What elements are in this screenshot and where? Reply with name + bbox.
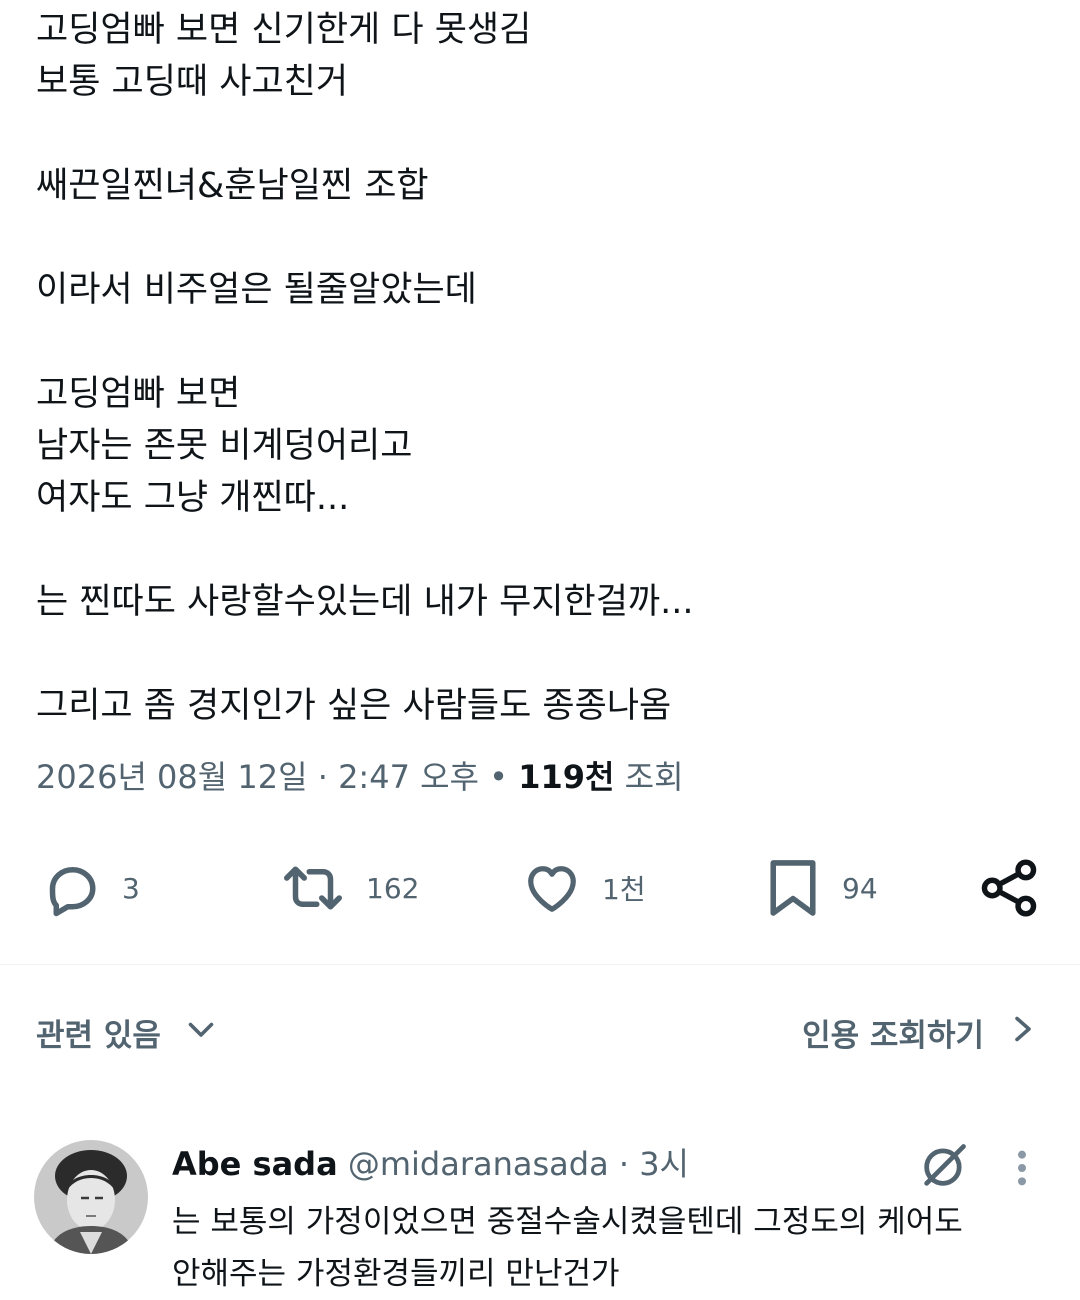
grok-icon[interactable] [918,1140,970,1196]
tweet-line: 남자는 존못 비계덩어리고 [36,426,413,466]
related-label: 관련 있음 [36,1018,161,1054]
tweet-line [36,628,1046,680]
tweet-line: 그리고 좀 경지인가 싶은 사람들도 종종나옴 [36,686,672,726]
tweet-line: 쌔끈일찐녀&훈남일찐 조합 [36,166,429,206]
retweet-icon [280,858,346,918]
bookmark-count: 94 [842,871,878,905]
retweet-button[interactable]: 162 [280,848,419,928]
tweet-line: 이라서 비주얼은 될줄알았는데 [36,270,477,310]
tweet-line: 고딩엄빠 보면 [36,374,241,414]
share-button[interactable] [978,848,1040,928]
retweet-count: 162 [366,871,420,905]
bookmark-button[interactable]: 94 [764,848,878,928]
tweet-line: 는 찐따도 사랑할수있는데 내가 무지한걸까... [36,582,694,622]
chevron-right-icon [1008,1011,1038,1055]
views-label[interactable]: 조회 [614,758,684,796]
tweet-time[interactable]: 2:47 오후 [338,758,479,796]
tweet-date[interactable]: 2026년 08월 12일 [36,758,308,796]
reply-icon [42,858,102,918]
related-toggle[interactable]: 관련 있음 [36,1010,219,1055]
reply-text-line: 는 보통의 가정이었으면 중절수술시켰을텐데 그정도의 케어도 [172,1204,963,1240]
more-icon[interactable] [1010,1148,1034,1192]
tweet-line [36,108,1046,160]
reply-item[interactable]: Abe sada @midaranasada · 3시 는 보통의 가정이었으면… [0,1130,1080,1299]
section-divider [0,964,1080,965]
heart-icon [522,858,582,918]
reply-author-handle[interactable]: @midaranasada [348,1145,609,1183]
tweet-line: 고딩엄빠 보면 신기한게 다 못생김 [36,10,532,50]
like-count: 1천 [602,873,646,906]
reply-time[interactable]: 3시 [639,1145,689,1183]
reply-text-line: 안해주는 가정환경들끼리 만난건가 [172,1256,620,1292]
quote-views-link[interactable]: 인용 조회하기 [802,1010,1038,1055]
reply-header: Abe sada @midaranasada · 3시 [172,1142,689,1186]
reply-button[interactable]: 3 [42,848,140,928]
reply-author-name[interactable]: Abe sada [172,1145,338,1183]
like-button[interactable]: 1천 [522,848,646,928]
tweet-line: 여자도 그냥 개찐따... [36,478,350,518]
tweet-line: 보통 고딩때 사고친거 [36,62,349,102]
reply-text: 는 보통의 가정이었으면 중절수술시켰을텐데 그정도의 케어도 안해주는 가정환… [172,1196,1052,1300]
tweet-line [36,524,1046,576]
tweet-text: 고딩엄빠 보면 신기한게 다 못생김 보통 고딩때 사고친거 쌔끈일찐녀&훈남일… [36,4,1046,732]
tweet-line [36,316,1046,368]
meta-separator: · [307,758,339,796]
quote-views-label: 인용 조회하기 [802,1018,984,1054]
reply-count: 3 [122,871,140,905]
views-count[interactable]: 119천 [518,758,614,796]
share-icon [978,857,1040,919]
tweet-meta: 2026년 08월 12일 · 2:47 오후 • 119천 조회 [36,752,684,802]
reply-separator: · [608,1145,640,1183]
chevron-down-icon [183,1011,219,1055]
avatar[interactable] [34,1140,148,1254]
action-bar: 3 162 1천 94 [0,848,1080,928]
meta-separator: • [478,758,519,796]
tweet-line [36,212,1046,264]
bookmark-icon [764,856,822,920]
